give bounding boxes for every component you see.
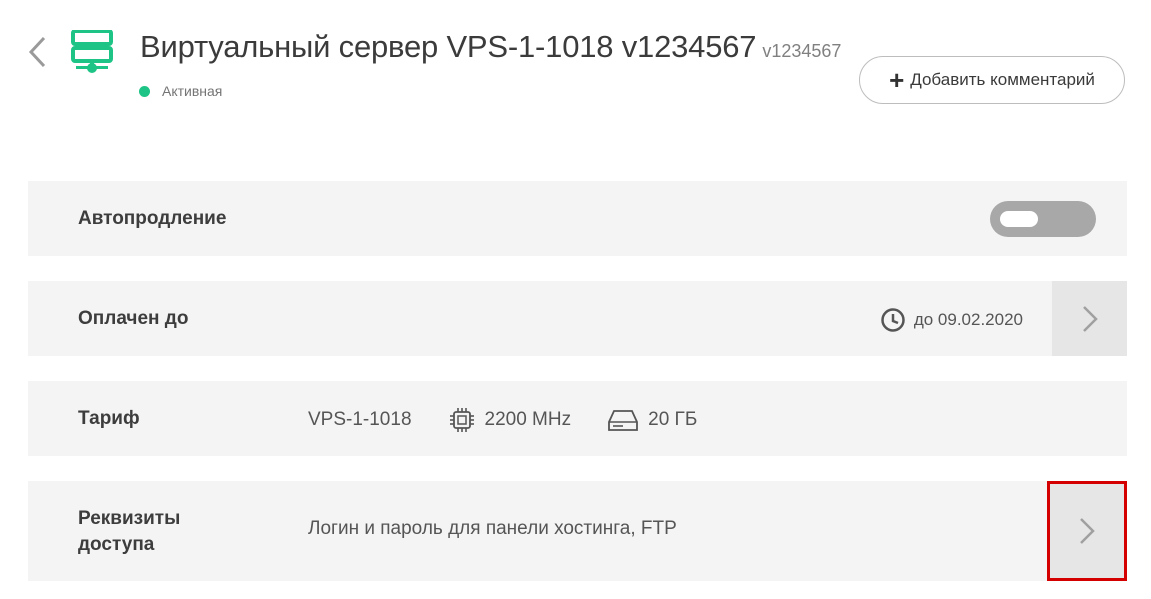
tariff-disk: 20 ГБ bbox=[607, 407, 697, 433]
row-access: Реквизиты доступа Логин и пароль для пан… bbox=[28, 481, 1127, 581]
back-button[interactable] bbox=[24, 34, 50, 70]
tariff-label: Тариф bbox=[78, 407, 140, 429]
add-comment-button[interactable]: + Добавить комментарий bbox=[859, 56, 1125, 104]
tariff-plan: VPS-1-1018 bbox=[308, 409, 412, 431]
paid-until-label: Оплачен до bbox=[78, 307, 189, 329]
row-paid-until: Оплачен до до 09.02.2020 bbox=[28, 281, 1127, 356]
autorenew-label: Автопродление bbox=[78, 207, 227, 229]
paid-until-open-button[interactable] bbox=[1052, 281, 1127, 356]
paid-until-date: до 09.02.2020 bbox=[913, 310, 1023, 329]
access-open-button[interactable] bbox=[1047, 481, 1127, 581]
chevron-right-icon bbox=[1082, 305, 1098, 332]
status-dot-icon bbox=[139, 85, 150, 97]
toggle-knob bbox=[1000, 211, 1038, 227]
row-tariff: Тариф VPS-1-1018 2200 MHz 20 ГБ bbox=[28, 381, 1127, 456]
paid-until-value: до 09.02.2020 bbox=[880, 307, 1023, 333]
autorenew-toggle[interactable] bbox=[990, 201, 1096, 237]
access-label-line2: доступа bbox=[78, 534, 155, 555]
tariff-plan-value: VPS-1-1018 bbox=[308, 409, 412, 430]
server-icon bbox=[71, 30, 113, 73]
access-value: Логин и пароль для панели хостинга, FTP bbox=[308, 518, 677, 539]
page-title-text: Виртуальный сервер VPS-1-1018 v1234567 bbox=[140, 29, 757, 64]
page-title-sub: v1234567 bbox=[762, 41, 842, 61]
row-autorenew: Автопродление bbox=[28, 181, 1127, 256]
plus-icon: + bbox=[889, 65, 905, 95]
tariff-disk-value: 20 ГБ bbox=[648, 409, 698, 430]
chevron-right-icon bbox=[1080, 518, 1095, 544]
disk-icon bbox=[608, 410, 639, 431]
tariff-cpu-value: 2200 MHz bbox=[484, 409, 572, 430]
access-label-line1: Реквизиты bbox=[78, 508, 181, 529]
access-label: Реквизиты доступа bbox=[78, 506, 180, 558]
chevron-left-icon bbox=[28, 36, 46, 68]
status-badge: Активная bbox=[139, 83, 222, 99]
status-text: Активная bbox=[162, 83, 223, 99]
tariff-details: VPS-1-1018 2200 MHz 20 ГБ bbox=[308, 406, 733, 434]
tariff-cpu: 2200 MHz bbox=[448, 406, 572, 434]
cpu-icon bbox=[449, 408, 474, 432]
clock-icon bbox=[881, 308, 905, 332]
page-title: Виртуальный сервер VPS-1-1018 v1234567 v1… bbox=[140, 29, 841, 65]
add-comment-label: Добавить комментарий bbox=[910, 70, 1095, 89]
